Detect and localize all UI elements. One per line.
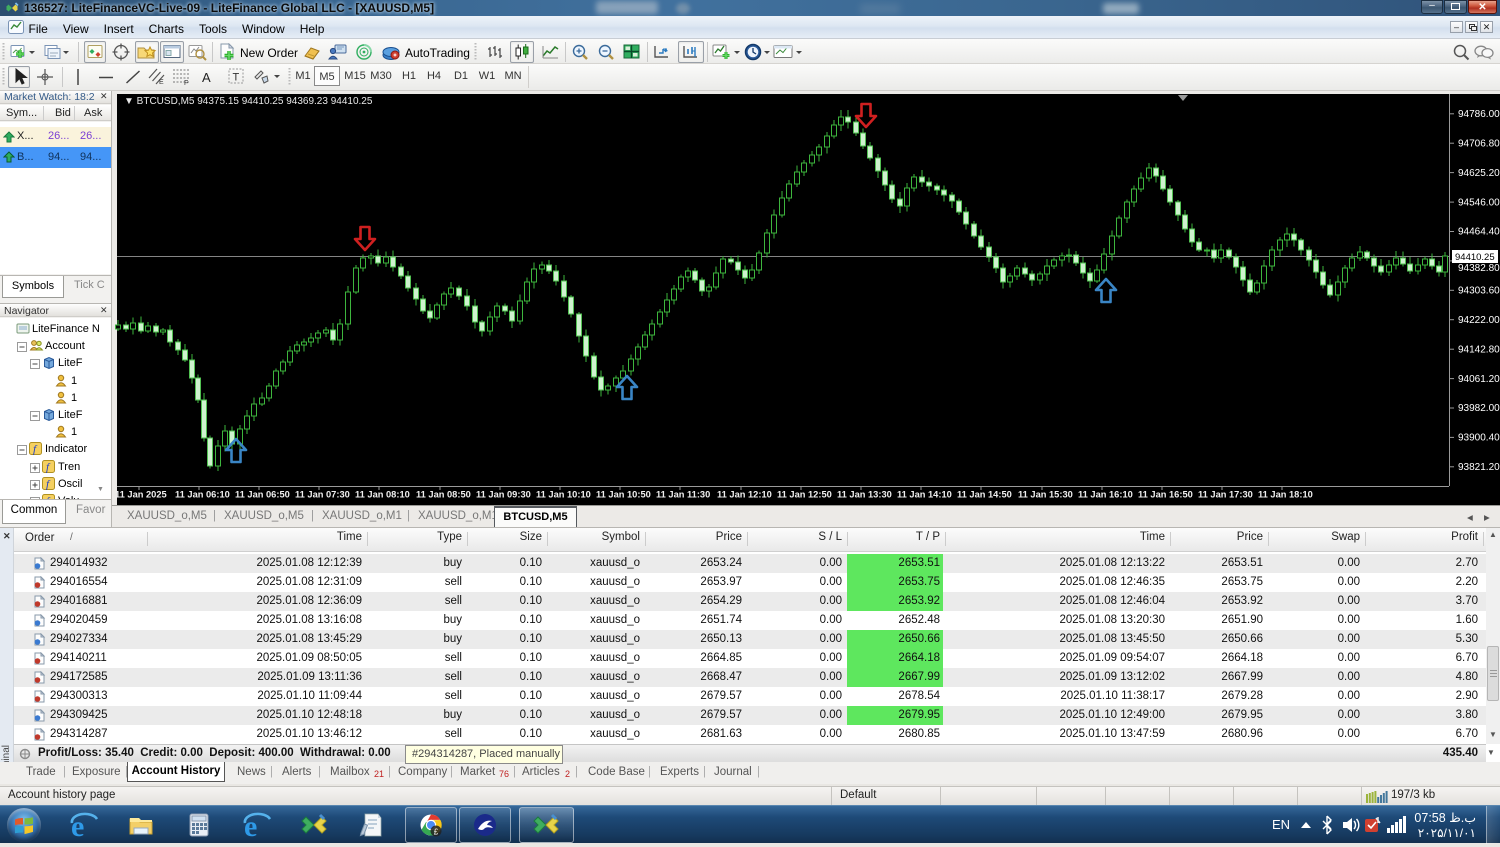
svg-text:▼ BTCUSD,M5 94375.15 94410.25: ▼ BTCUSD,M5 94375.15 94410.25 94369.23 9…: [124, 96, 373, 107]
svg-text:11 Jan 17:30: 11 Jan 17:30: [1198, 490, 1253, 500]
svg-text:11 Jan 2025: 11 Jan 2025: [115, 490, 167, 500]
svg-text:11 Jan 10:50: 11 Jan 10:50: [596, 490, 651, 500]
svg-text:94410.25: 94410.25: [1455, 252, 1495, 263]
svg-text:11 Jan 07:30: 11 Jan 07:30: [295, 490, 350, 500]
svg-text:11 Jan 14:10: 11 Jan 14:10: [897, 490, 952, 500]
svg-text:11 Jan 11:30: 11 Jan 11:30: [656, 490, 710, 500]
svg-text:11 Jan 16:10: 11 Jan 16:10: [1078, 490, 1133, 500]
svg-text:94706.80: 94706.80: [1458, 138, 1500, 149]
svg-text:11 Jan 16:50: 11 Jan 16:50: [1138, 490, 1193, 500]
svg-text:94142.80: 94142.80: [1458, 344, 1500, 355]
svg-text:T: T: [233, 72, 240, 84]
svg-text:E: E: [159, 79, 164, 86]
svg-text:94303.60: 94303.60: [1458, 286, 1500, 297]
svg-text:94625.20: 94625.20: [1458, 168, 1500, 179]
svg-text:93821.20: 93821.20: [1458, 462, 1500, 473]
svg-text:11 Jan 09:30: 11 Jan 09:30: [476, 490, 531, 500]
svg-text:11 Jan 10:10: 11 Jan 10:10: [536, 490, 591, 500]
svg-text:F: F: [184, 80, 188, 86]
svg-text:11 Jan 12:50: 11 Jan 12:50: [777, 490, 832, 500]
svg-text:£: £: [434, 828, 439, 837]
svg-text:11 Jan 12:10: 11 Jan 12:10: [717, 490, 772, 500]
svg-text:94464.40: 94464.40: [1458, 227, 1500, 238]
svg-text:11 Jan 13:30: 11 Jan 13:30: [837, 490, 892, 500]
svg-text:11 Jan 18:10: 11 Jan 18:10: [1258, 490, 1313, 500]
svg-text:93900.40: 93900.40: [1458, 433, 1500, 444]
svg-text:94222.00: 94222.00: [1458, 315, 1500, 326]
svg-text:11 Jan 15:30: 11 Jan 15:30: [1018, 490, 1073, 500]
svg-text:94786.00: 94786.00: [1458, 109, 1500, 120]
svg-text:93982.00: 93982.00: [1458, 403, 1500, 414]
svg-text:11 Jan 06:50: 11 Jan 06:50: [235, 490, 290, 500]
svg-text:11 Jan 14:50: 11 Jan 14:50: [957, 490, 1012, 500]
svg-text:94546.00: 94546.00: [1458, 197, 1500, 208]
svg-text:11 Jan 08:10: 11 Jan 08:10: [355, 490, 410, 500]
svg-text:11 Jan 08:50: 11 Jan 08:50: [416, 490, 471, 500]
svg-text:94382.80: 94382.80: [1458, 263, 1500, 274]
svg-text:11 Jan 06:10: 11 Jan 06:10: [175, 490, 230, 500]
svg-text:94061.20: 94061.20: [1458, 374, 1500, 385]
